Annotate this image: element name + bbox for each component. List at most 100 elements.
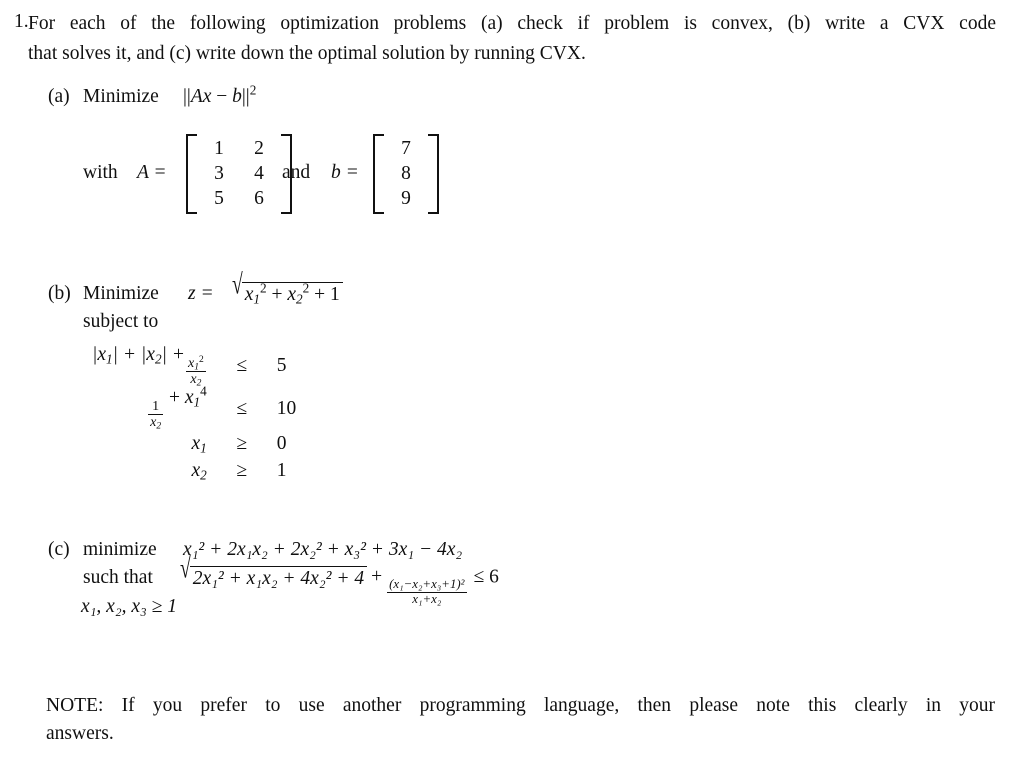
fraction-x1sq-over-x2: x12 x2: [185, 353, 206, 388]
norm-bar-open: ||: [183, 86, 191, 107]
constraint-rhs: 5: [276, 354, 287, 376]
matrix-A-symbol: A: [190, 86, 203, 107]
constraint-row: |x1| + |x2| + x12 x2 ≤ 5: [92, 344, 296, 388]
constraint-relation: ≤: [236, 397, 248, 419]
constraint-row: x2 ≥ 1: [92, 457, 296, 484]
abs-close-plus: | +: [161, 344, 185, 365]
constraint-relation: ≤: [236, 354, 248, 376]
part-a-objective-expression: ||Ax − b||2: [183, 82, 257, 108]
norm-bar-close: ||: [241, 86, 250, 107]
matrix-A: 1 2 3 4 5 6: [186, 134, 292, 214]
sqrt-icon: √: [180, 554, 191, 585]
sqrt-radicand: 2x₁² + x₁x₂ + 4x₂² + 4: [189, 566, 368, 590]
norm-exponent: 2: [249, 82, 257, 98]
part-b-objective-lhs: z =: [188, 283, 214, 304]
term-sub: 2: [296, 291, 303, 307]
constant-term: 1: [330, 284, 340, 305]
constraint-lhs: 1 x2 + x14: [92, 383, 229, 432]
sqrt-symbol-group: √ x12 + x22 + 1: [232, 270, 343, 307]
matrix-A-cell: 4: [254, 163, 264, 184]
constraint-table: |x1| + |x2| + x12 x2 ≤ 5 1 x2 + x14 ≤ 10 x1…: [92, 344, 296, 484]
vector-b: 7 8 9: [373, 134, 439, 214]
plus-operator: +: [168, 387, 180, 409]
constraint-row: 1 x2 + x14 ≤ 10: [92, 383, 297, 432]
part-c-label: (c): [48, 539, 70, 560]
part-b-label: (b): [48, 283, 71, 304]
matrix-A-cell: 3: [214, 163, 224, 184]
variable-x: x: [191, 459, 201, 481]
part-b-objective-radical: √ x12 + x22 + 1: [232, 270, 343, 307]
plus-operator: +: [271, 284, 283, 305]
plus-operator: +: [314, 284, 326, 305]
variable-x-symbol: x: [202, 86, 212, 107]
vector-b-symbol: b: [232, 86, 242, 107]
part-a-label: (a): [48, 86, 70, 107]
term-sup: 2: [302, 280, 310, 296]
matrix-A-cell: 1: [214, 138, 224, 159]
part-a-and-text: and: [282, 162, 311, 183]
variable-sub: 2: [200, 467, 207, 483]
fraction-numerator: x12: [186, 353, 206, 371]
part-a-objective-word: Minimize: [83, 86, 159, 107]
fraction-denominator: x₁+x₂: [387, 591, 467, 607]
constraint-lhs: |x1| + |x2| + x12 x2: [92, 344, 229, 388]
matrix-A-cell: 6: [254, 188, 264, 209]
vector-b-cell: 7: [401, 138, 411, 159]
part-c-such-that: such that: [83, 567, 153, 588]
part-c-constraint-expression: √ 2x₁² + x₁x₂ + 4x₂² + 4 + (x₁−x₂+x₃+1)² x…: [180, 554, 499, 607]
abs-x1-open: |x: [92, 344, 107, 365]
constraint-lhs: x2: [92, 457, 229, 484]
constraint-relation: ≤: [473, 566, 485, 588]
x1-subscript: 1: [106, 351, 113, 367]
den-sub: 2: [156, 420, 162, 432]
sqrt-radicand: x12 + x22 + 1: [241, 280, 343, 307]
vector-b-left-bracket: [373, 134, 384, 214]
part-a-b-equals: b =: [331, 162, 359, 183]
fraction-one-over-x2: 1 x2: [148, 398, 164, 432]
part-c-variable-bounds: x₁, x₂, x₃ ≥ 1: [81, 596, 178, 617]
sqrt-symbol-group: √ 2x₁² + x₁x₂ + 4x₂² + 4: [180, 554, 368, 590]
matrix-A-grid: 1 2 3 4 5 6: [197, 134, 281, 214]
part-c-objective-expression: x₁² + 2x₁x₂ + 2x₂² + x₃² + 3x₁ − 4x₂: [183, 539, 463, 560]
vector-b-grid: 7 8 9: [384, 134, 428, 214]
constraint-rhs: 0: [276, 432, 287, 454]
fraction-denominator: x2: [148, 413, 164, 432]
vector-b-cell: 9: [401, 188, 411, 209]
document-page: 1. For each of the following optimizatio…: [0, 0, 1024, 761]
variable-sub: 1: [200, 440, 207, 456]
sqrt-icon: √: [232, 270, 243, 301]
abs-x2-open: | + |x: [112, 344, 155, 365]
term-sup: 4: [200, 383, 207, 399]
vector-b-cell: 8: [401, 163, 411, 184]
constraint-lhs: x1: [92, 430, 229, 457]
constraint-row: x1 ≥ 0: [92, 430, 296, 457]
term-sub: 1: [253, 291, 260, 307]
problem-statement-line-2: that solves it, and (c) write down the o…: [28, 43, 586, 64]
part-b-subject-to: subject to: [83, 311, 159, 332]
fraction-numerator: (x₁−x₂+x₃+1)²: [389, 576, 465, 591]
note-line-2: answers.: [46, 723, 114, 744]
plus-operator: +: [371, 566, 383, 588]
constraint-rhs: 6: [489, 566, 499, 588]
constraint-rhs: 10: [276, 397, 297, 419]
term-x: x: [287, 284, 297, 305]
problem-statement-line-1: For each of the following optimization p…: [28, 13, 996, 34]
matrix-A-cell: 2: [254, 138, 264, 159]
matrix-A-left-bracket: [186, 134, 197, 214]
part-c-objective-word: minimize: [83, 539, 157, 560]
part-a-A-equals: A =: [137, 162, 167, 183]
term-sup: 2: [259, 280, 267, 296]
part-a-with-text: with: [83, 162, 118, 183]
fraction-penalty-term: (x₁−x₂+x₃+1)² x₁+x₂: [387, 576, 467, 607]
minus-operator: −: [216, 86, 228, 107]
part-b-constraint-system: |x1| + |x2| + x12 x2 ≤ 5 1 x2 + x14 ≤ 10 x1…: [92, 344, 296, 484]
constraint-relation: ≥: [236, 432, 248, 454]
problem-number: 1.: [14, 11, 29, 32]
part-b-objective-word: Minimize: [83, 283, 159, 304]
vector-b-right-bracket: [428, 134, 439, 214]
x2-subscript: 2: [154, 351, 162, 367]
matrix-A-cell: 5: [214, 188, 224, 209]
constraint-rhs: 1: [276, 459, 287, 481]
variable-x: x: [191, 432, 201, 454]
num-sup: 2: [198, 353, 204, 365]
